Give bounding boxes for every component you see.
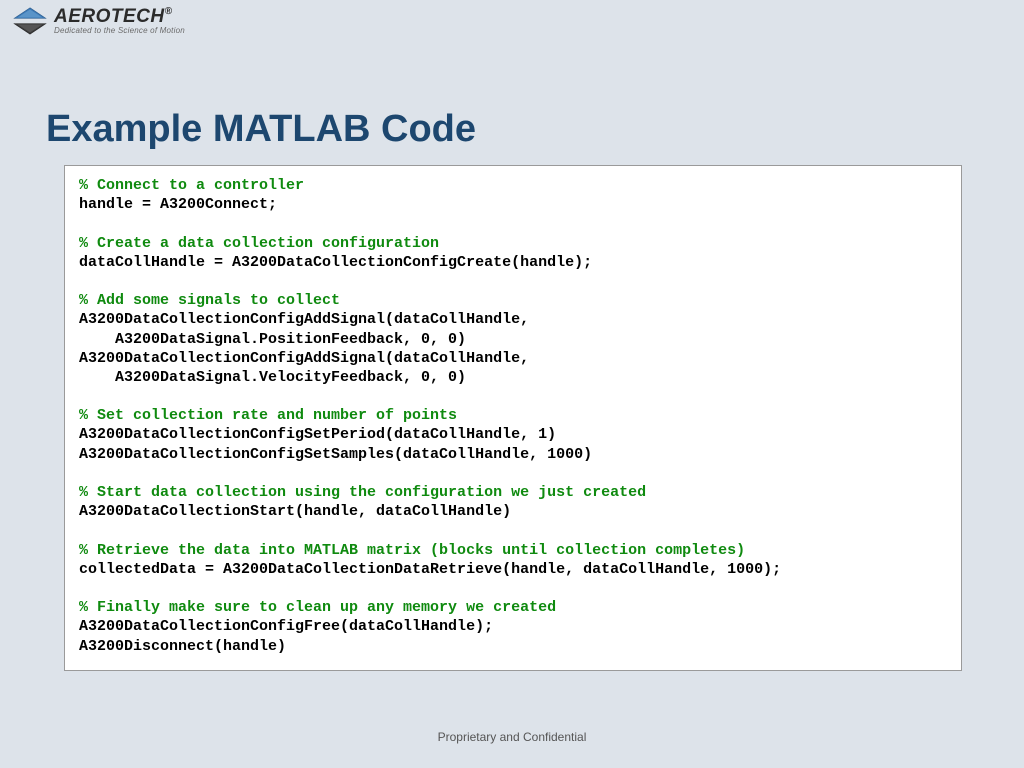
- code-comment-line: % Start data collection using the config…: [79, 484, 646, 501]
- code-comment-line: % Create a data collection configuration: [79, 235, 439, 252]
- footer-text: Proprietary and Confidential: [0, 730, 1024, 744]
- code-line: A3200DataSignal.PositionFeedback, 0, 0): [79, 331, 466, 348]
- code-line: handle = A3200Connect;: [79, 196, 277, 213]
- code-line: A3200Disconnect(handle): [79, 638, 286, 655]
- code-comment-line: % Connect to a controller: [79, 177, 304, 194]
- brand-name: AEROTECH®: [54, 7, 185, 26]
- code-line: collectedData = A3200DataCollectionDataR…: [79, 561, 781, 578]
- code-line: A3200DataCollectionConfigFree(dataCollHa…: [79, 618, 493, 635]
- code-line: A3200DataCollectionStart(handle, dataCol…: [79, 503, 511, 520]
- code-comment-line: % Retrieve the data into MATLAB matrix (…: [79, 542, 745, 559]
- aerotech-logo-icon: [12, 6, 48, 36]
- code-line: A3200DataSignal.VelocityFeedback, 0, 0): [79, 369, 466, 386]
- brand-logo: AEROTECH® Dedicated to the Science of Mo…: [12, 6, 185, 36]
- code-comment-line: % Finally make sure to clean up any memo…: [79, 599, 556, 616]
- code-line: dataCollHandle = A3200DataCollectionConf…: [79, 254, 592, 271]
- code-line: A3200DataCollectionConfigSetPeriod(dataC…: [79, 426, 556, 443]
- code-line: A3200DataCollectionConfigSetSamples(data…: [79, 446, 592, 463]
- code-comment-line: % Add some signals to collect: [79, 292, 340, 309]
- code-block: % Connect to a controller handle = A3200…: [64, 165, 962, 671]
- code-line: A3200DataCollectionConfigAddSignal(dataC…: [79, 311, 529, 328]
- brand-tagline: Dedicated to the Science of Motion: [54, 27, 185, 35]
- code-line: A3200DataCollectionConfigAddSignal(dataC…: [79, 350, 529, 367]
- code-comment-line: % Set collection rate and number of poin…: [79, 407, 457, 424]
- page-title: Example MATLAB Code: [46, 108, 476, 151]
